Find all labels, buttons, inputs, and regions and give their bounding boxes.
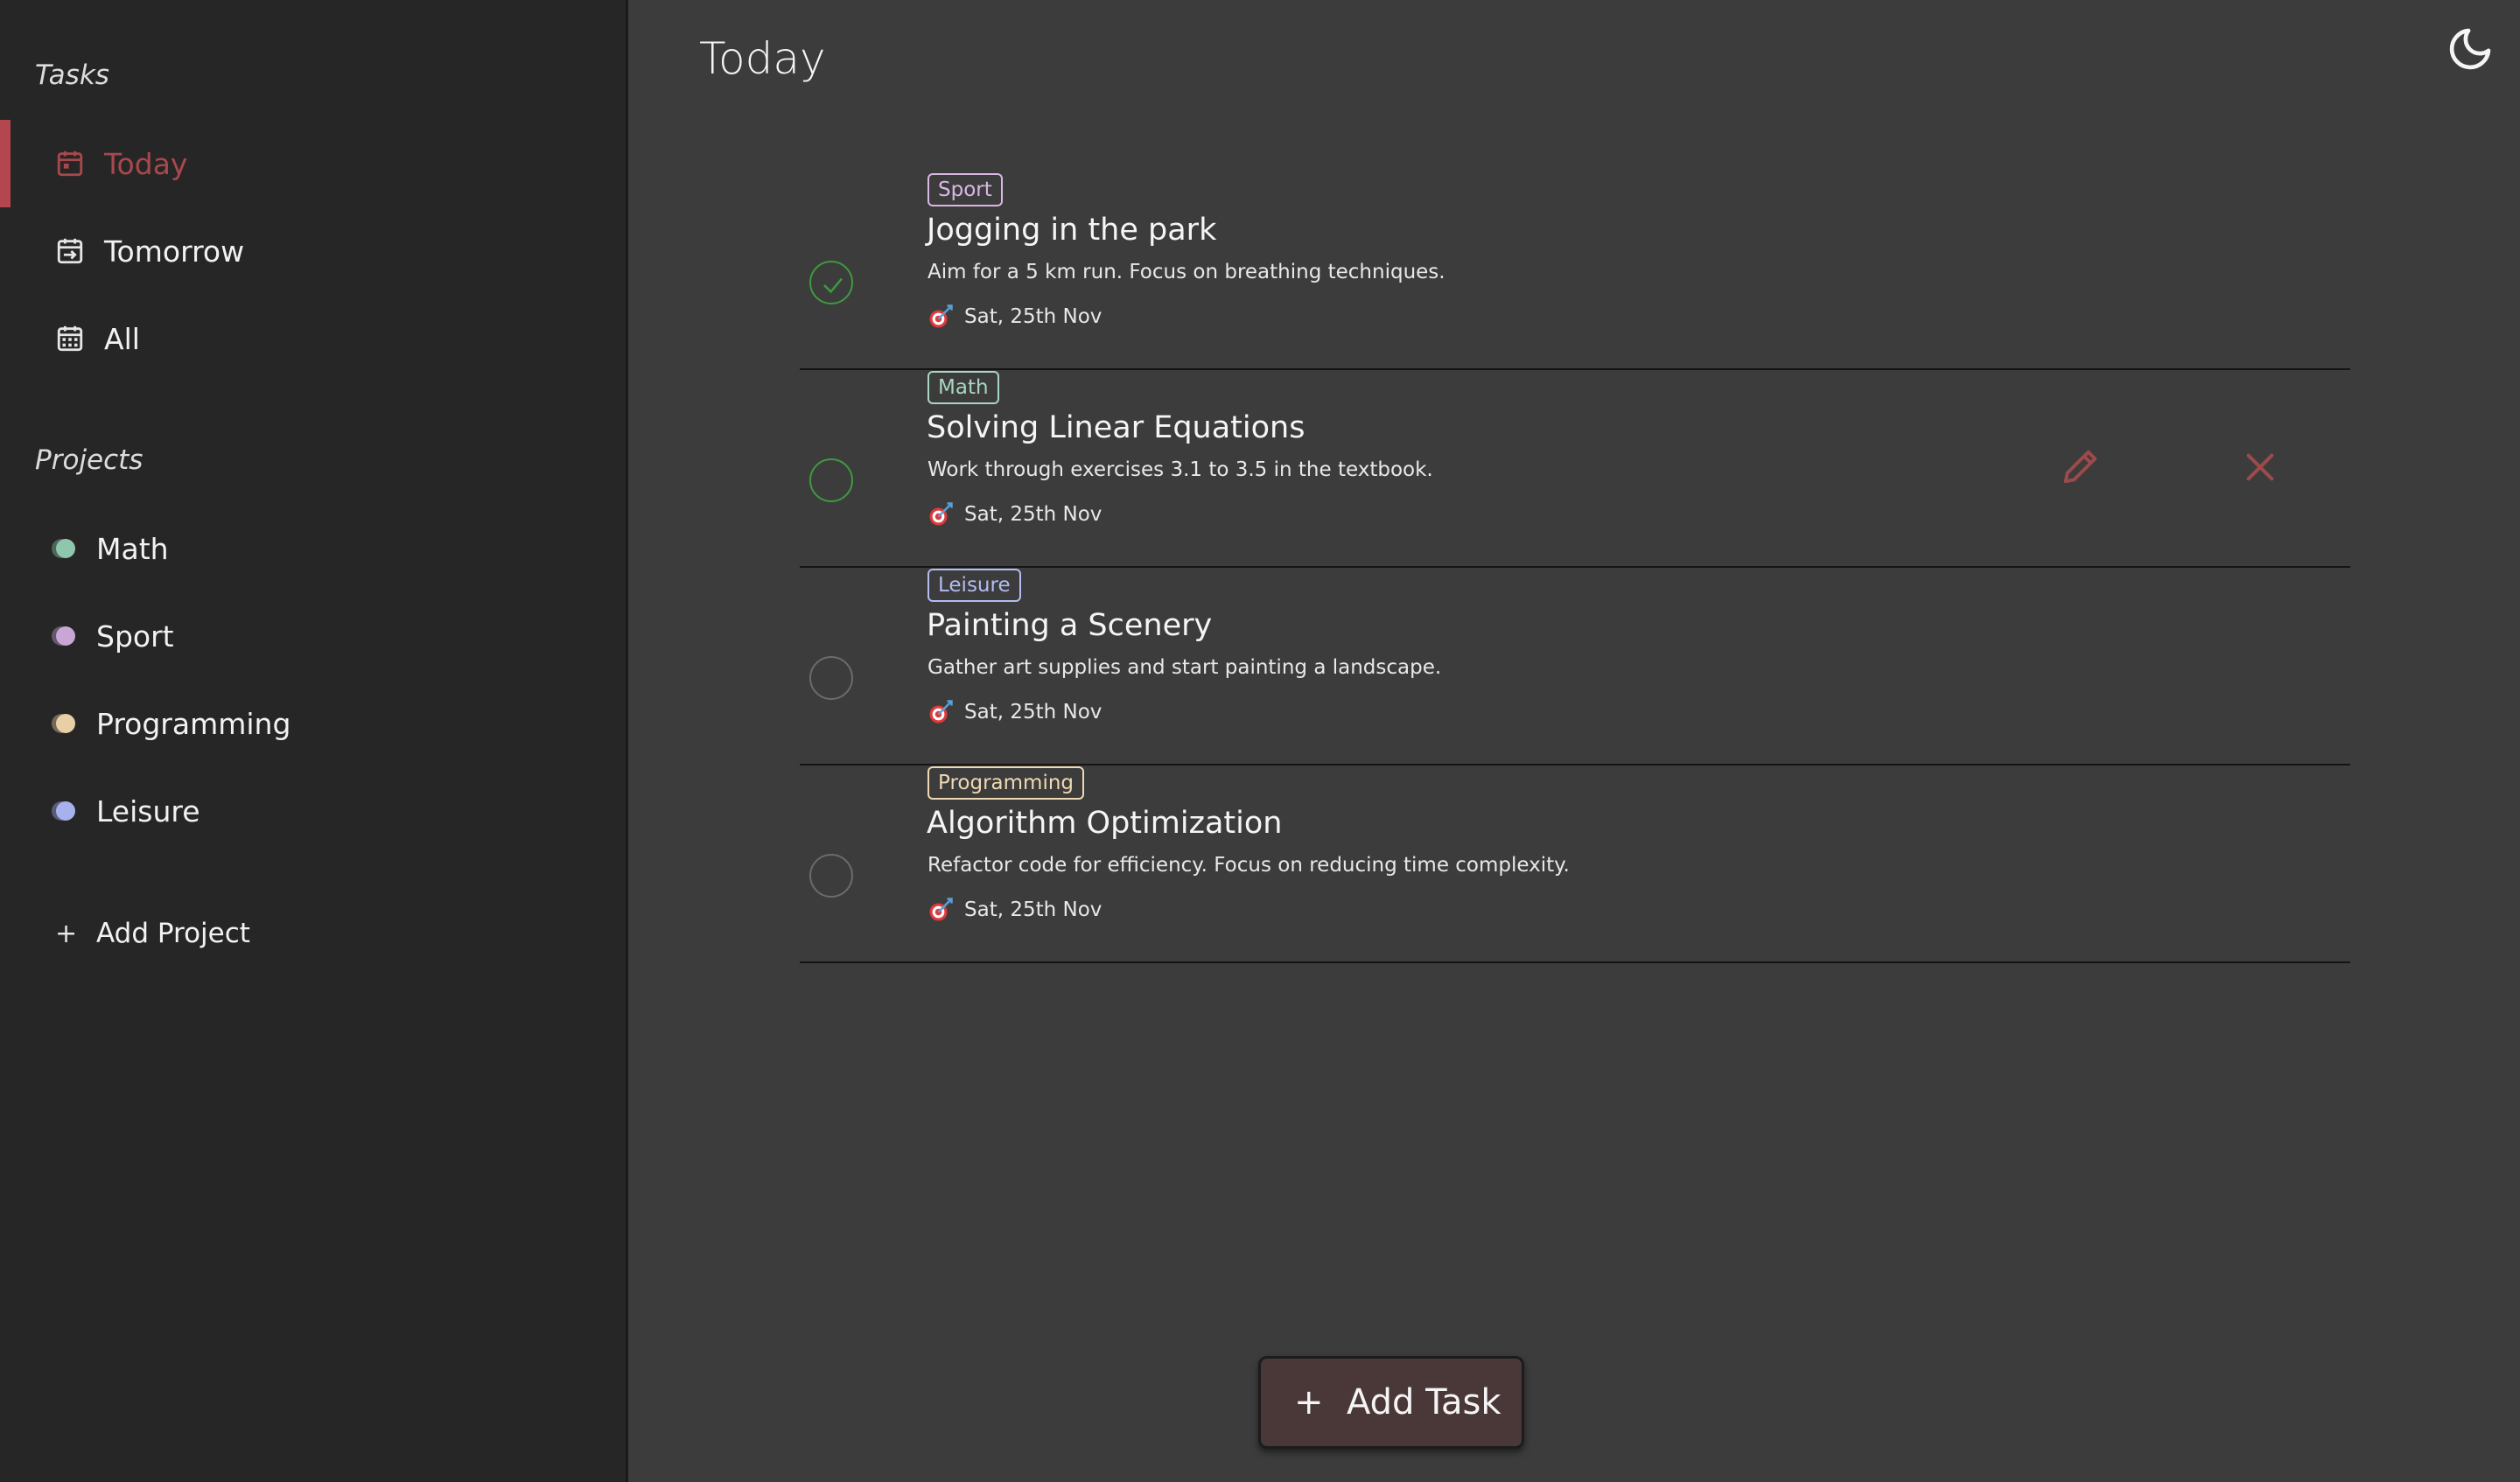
target-dart-icon <box>929 304 953 328</box>
task-item[interactable]: Leisure Painting a Scenery Gather art su… <box>800 569 2350 765</box>
sidebar-item-sport[interactable]: Sport <box>0 592 626 680</box>
task-item[interactable]: Math Solving Linear Equations Work throu… <box>800 371 2350 568</box>
task-tag: Leisure <box>928 569 1021 602</box>
plus-icon: + <box>55 918 78 949</box>
delete-task-button[interactable] <box>2243 450 2278 485</box>
target-dart-icon <box>929 898 953 921</box>
project-label: Sport <box>96 619 174 654</box>
nav-label-tomorrow: Tomorrow <box>104 234 245 269</box>
moon-icon <box>2449 28 2491 70</box>
checkmark-icon <box>823 277 843 294</box>
task-checkbox[interactable] <box>809 458 853 502</box>
sidebar: Tasks Today Tomorrow All Projects Math S… <box>0 0 628 1482</box>
task-due-date: Sat, 25th Nov <box>928 303 1102 331</box>
nav-item-all[interactable]: All <box>0 295 626 382</box>
task-checkbox[interactable] <box>809 656 853 700</box>
theme-toggle-button[interactable] <box>2446 24 2495 73</box>
project-label: Programming <box>96 706 291 741</box>
task-item[interactable]: Sport Jogging in the park Aim for a 5 km… <box>800 173 2350 370</box>
add-project-button[interactable]: + Add Project <box>0 890 626 977</box>
target-dart-icon <box>929 502 953 526</box>
task-description: Work through exercises 3.1 to 3.5 in the… <box>928 458 1433 481</box>
sidebar-item-programming[interactable]: Programming <box>0 680 626 767</box>
project-color-dot <box>56 801 75 821</box>
add-project-label: Add Project <box>96 918 250 949</box>
plus-icon: + <box>1294 1382 1324 1423</box>
close-icon <box>2246 453 2274 481</box>
page-title: Today <box>699 33 826 84</box>
task-tag: Programming <box>928 766 1085 800</box>
project-label: Leisure <box>96 793 200 828</box>
task-description: Aim for a 5 km run. Focus on breathing t… <box>928 261 1446 283</box>
sidebar-item-leisure[interactable]: Leisure <box>0 767 626 855</box>
task-due-date: Sat, 25th Nov <box>928 896 1102 924</box>
task-title: Algorithm Optimization <box>927 806 1283 841</box>
task-description: Refactor code for efficiency. Focus on r… <box>928 854 1570 877</box>
task-checkbox[interactable] <box>809 854 853 898</box>
calendar-next-icon <box>52 234 88 269</box>
add-task-button[interactable]: + Add Task <box>1258 1356 1524 1449</box>
pencil-icon <box>2063 450 2097 484</box>
nav-item-today[interactable]: Today <box>0 120 626 207</box>
project-label: Math <box>96 531 169 566</box>
task-title: Painting a Scenery <box>927 608 1213 643</box>
task-tag: Sport <box>928 173 1003 206</box>
due-date-text: Sat, 25th Nov <box>964 898 1102 921</box>
nav-label-today: Today <box>104 146 188 181</box>
project-color-dot <box>56 539 75 558</box>
due-date-text: Sat, 25th Nov <box>964 701 1102 724</box>
tasks-heading: Tasks <box>35 59 109 91</box>
task-item[interactable]: Programming Algorithm Optimization Refac… <box>800 766 2350 963</box>
task-title: Solving Linear Equations <box>927 410 1306 445</box>
task-checkbox[interactable] <box>809 261 853 304</box>
task-description: Gather art supplies and start painting a… <box>928 656 1442 679</box>
task-title: Jogging in the park <box>927 213 1217 248</box>
projects-heading: Projects <box>35 444 144 476</box>
project-color-dot <box>56 714 75 733</box>
task-due-date: Sat, 25th Nov <box>928 698 1102 726</box>
target-dart-icon <box>929 700 953 724</box>
calendar-today-icon <box>52 146 88 181</box>
add-task-label: Add Task <box>1347 1382 1502 1423</box>
task-due-date: Sat, 25th Nov <box>928 500 1102 528</box>
project-color-dot <box>56 626 75 646</box>
nav-item-tomorrow[interactable]: Tomorrow <box>0 207 626 295</box>
task-tag: Math <box>928 371 999 404</box>
edit-task-button[interactable] <box>2061 446 2101 486</box>
sidebar-item-math[interactable]: Math <box>0 505 626 592</box>
nav-label-all: All <box>104 321 140 356</box>
calendar-all-icon <box>52 321 88 356</box>
due-date-text: Sat, 25th Nov <box>964 503 1102 526</box>
due-date-text: Sat, 25th Nov <box>964 305 1102 328</box>
